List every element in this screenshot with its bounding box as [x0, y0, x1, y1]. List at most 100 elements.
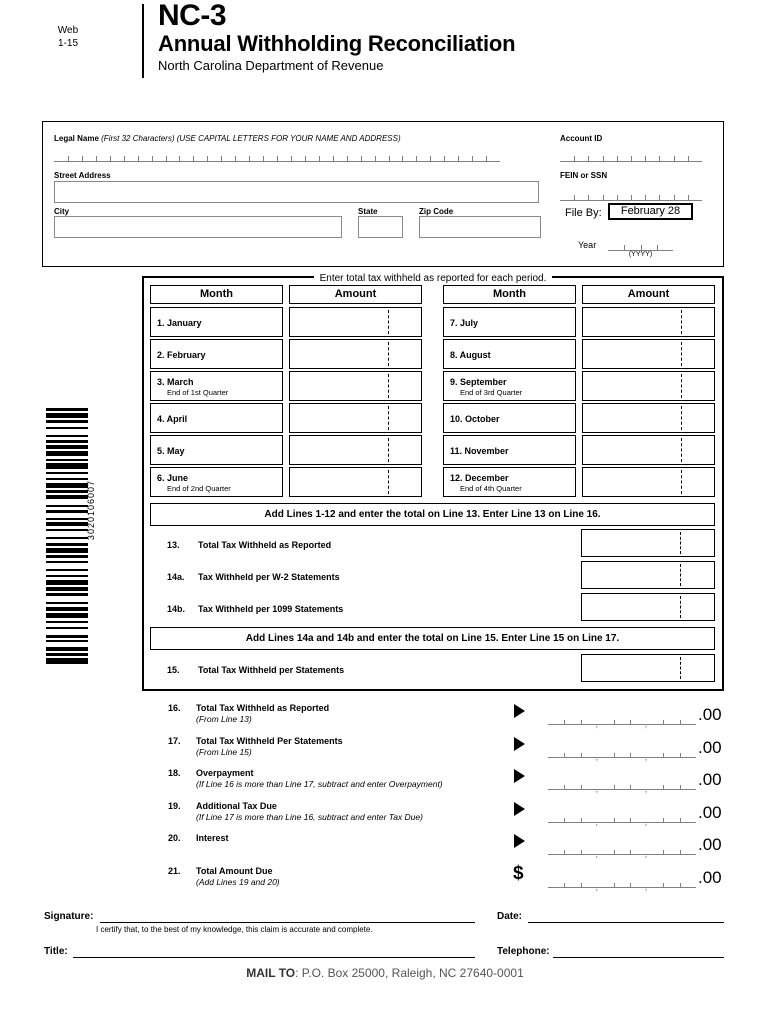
line-note: (If Line 16 is more than Line 17, subtra…	[196, 779, 443, 789]
tick-mark	[624, 245, 626, 250]
title-input[interactable]	[73, 957, 475, 958]
tick-mark	[616, 156, 618, 161]
tick-mark	[631, 195, 632, 200]
column-header-amount: Amount	[289, 285, 422, 304]
line-number: 15.	[167, 665, 180, 675]
amount-input[interactable]	[582, 307, 715, 337]
state-input[interactable]	[358, 216, 403, 238]
barcode-bar	[46, 490, 88, 493]
barcode-bar	[46, 472, 88, 474]
tick-mark	[81, 156, 83, 161]
amount-input[interactable]	[289, 403, 422, 433]
month-name: 9. September	[450, 377, 507, 387]
telephone-input[interactable]	[553, 957, 724, 958]
month-name: 1. January	[157, 318, 202, 328]
cents-divider	[388, 406, 389, 430]
tick-mark	[631, 156, 632, 161]
period-table-banner: Enter total tax withheld as reported for…	[142, 268, 724, 284]
amount-entry-line[interactable]: ,,	[548, 844, 696, 860]
arrow-icon	[514, 704, 525, 718]
comma-separator: ,	[644, 849, 648, 860]
line-note: (From Line 15)	[196, 746, 252, 757]
tick-mark	[679, 720, 681, 724]
line-number: 16.	[168, 703, 181, 713]
signature-input[interactable]	[100, 922, 475, 923]
barcode-bar	[46, 543, 88, 546]
tick-mark	[645, 195, 647, 200]
add-lines-1-12-band: Add Lines 1-12 and enter the total on Li…	[150, 503, 715, 526]
month-label-cell: 1. January	[150, 307, 283, 337]
barcode-bar	[46, 518, 88, 520]
tick-mark	[663, 785, 665, 789]
tick-mark	[580, 752, 582, 757]
amount-input[interactable]	[289, 371, 422, 401]
comma-separator: ,	[595, 751, 599, 763]
tick-mark	[679, 817, 681, 822]
amount-input[interactable]	[582, 371, 715, 401]
line-14a-amount-input[interactable]	[581, 561, 715, 589]
tick-mark	[235, 156, 237, 161]
barcode-bar	[46, 647, 88, 651]
amount-input[interactable]	[289, 435, 422, 465]
amount-input[interactable]	[582, 339, 715, 369]
city-input[interactable]	[54, 216, 342, 238]
street-address-input[interactable]	[54, 181, 539, 203]
barcode-bar	[46, 580, 88, 585]
fein-ssn-input[interactable]	[560, 190, 702, 201]
tick-mark	[564, 850, 566, 854]
tick-mark	[588, 195, 590, 200]
form-number: NC-3	[158, 0, 227, 32]
amount-input[interactable]	[289, 307, 422, 337]
tick-mark	[613, 882, 615, 887]
line-13-amount-input[interactable]	[581, 529, 715, 557]
month-name: 7. July	[450, 318, 479, 328]
amount-input[interactable]	[582, 435, 715, 465]
legal-name-input[interactable]	[54, 151, 500, 162]
barcode-bar	[46, 435, 88, 437]
amount-input[interactable]	[582, 403, 715, 433]
cents-divider	[681, 470, 682, 494]
amount-entry-line[interactable]: ,,	[548, 747, 696, 762]
tick-mark	[564, 817, 566, 822]
line-number: 14a.	[167, 572, 185, 582]
amount-entry-line[interactable]: ,,	[548, 779, 696, 795]
amount-input[interactable]	[289, 467, 422, 497]
line-14b-amount-input[interactable]	[581, 593, 715, 621]
barcode-bar	[46, 451, 88, 456]
line-title: Additional Tax Due	[196, 800, 277, 811]
account-id-input[interactable]	[560, 151, 702, 162]
line-number: 21.	[168, 865, 181, 876]
barcode-bar	[46, 653, 88, 656]
telephone-label: Telephone:	[497, 946, 550, 957]
amount-entry-line[interactable]: ,,	[548, 714, 696, 730]
tick-mark	[137, 156, 139, 161]
city-label: City	[54, 207, 70, 216]
month-label-cell: 3. March End of 1st Quarter	[150, 371, 283, 401]
barcode-bar	[46, 495, 88, 499]
barcode-bar	[46, 658, 88, 664]
year-input[interactable]	[608, 240, 673, 251]
tick-mark	[346, 156, 348, 161]
amount-input[interactable]	[582, 467, 715, 497]
line-title: Total Tax Withheld as Reported	[196, 703, 330, 713]
line-15-amount-input[interactable]	[581, 654, 715, 682]
line-note: (If Line 17 is more than Line 16, subtra…	[196, 811, 423, 822]
cents-divider	[388, 342, 389, 366]
cents-suffix: .00	[698, 770, 722, 789]
street-address-label: Street Address	[54, 171, 111, 180]
tick-mark	[630, 817, 632, 822]
zip-code-input[interactable]	[419, 216, 541, 238]
title-divider-rule	[142, 4, 144, 78]
amount-input[interactable]	[289, 339, 422, 369]
quarter-end-note: End of 2nd Quarter	[167, 484, 231, 493]
amount-entry-line[interactable]: ,,	[548, 877, 696, 892]
mail-to-label: MAIL TO	[246, 966, 296, 980]
amount-entry-line[interactable]: ,,	[548, 812, 696, 827]
tick-mark	[687, 156, 689, 161]
line-title: Total Tax Withheld Per Statements	[196, 735, 343, 746]
tick-mark	[613, 817, 615, 822]
dollar-sign-icon: $	[513, 862, 524, 884]
tick-mark	[318, 156, 320, 161]
date-input[interactable]	[528, 922, 724, 923]
month-name: 6. June	[157, 473, 189, 483]
